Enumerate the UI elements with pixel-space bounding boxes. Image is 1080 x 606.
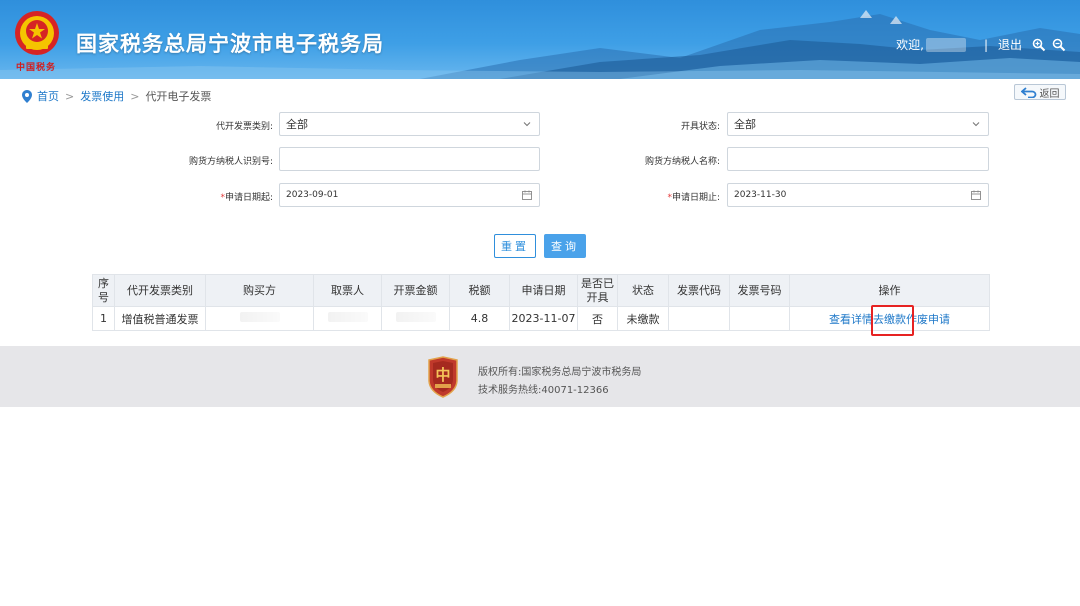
cell-invoice-number (729, 306, 790, 331)
masked-value (327, 312, 368, 322)
masked-username (925, 37, 966, 52)
location-pin-icon (22, 89, 32, 103)
footer-hotline: 技术服务热线:40071-12366 (478, 385, 609, 396)
cell-tax: 4.8 (449, 306, 510, 331)
tax-shield-logo-icon: 中 (428, 356, 458, 398)
masked-value (395, 312, 436, 322)
breadcrumb-separator: > (130, 89, 140, 103)
chevron-down-icon (972, 122, 980, 127)
cell-operations: 查看详情去缴款作废申请 (789, 304, 990, 336)
back-button[interactable]: 返回 (1014, 84, 1066, 100)
buyer-taxid-label: 购货方纳税人识别号: (188, 157, 273, 167)
col-header: 序号 (92, 274, 115, 307)
masked-value (239, 312, 280, 322)
date-from-label: *申请日期起: (153, 190, 273, 203)
cell-amount (381, 306, 450, 331)
highlight-box (871, 304, 914, 336)
breadcrumb: 首页 > 发票使用 > 代开电子发票 (22, 88, 211, 104)
breadcrumb-current: 代开电子发票 (145, 90, 212, 103)
invoice-type-select[interactable]: 全部 (279, 112, 540, 136)
site-footer: 中 版权所有:国家税务总局宁波市税务局 技术服务热线:40071-12366 (0, 346, 1080, 407)
col-header: 是否已开具 (577, 274, 618, 307)
buyer-taxid-input[interactable] (279, 147, 540, 171)
query-button[interactable]: 查询 (544, 234, 586, 258)
welcome-text: 欢迎, (896, 38, 924, 52)
zoom-out-icon[interactable] (1052, 38, 1066, 52)
col-header: 税额 (449, 274, 510, 307)
invoice-type-label: 代开发票类别: (215, 122, 273, 132)
calendar-icon (971, 190, 981, 200)
cell-buyer (205, 306, 314, 331)
emblem-script-logo: 中国税务 (16, 63, 57, 73)
date-to-value: 2023-11-30 (734, 190, 787, 200)
view-details-link[interactable]: 查看详情 (829, 313, 873, 326)
table-row: 1 增值税普通发票 4.8 2023-11-07 否 未缴款 查看详情去缴款作废… (92, 304, 990, 336)
col-header: 取票人 (313, 274, 382, 307)
date-from-label-text: 申请日期起: (224, 193, 273, 203)
status-select[interactable]: 全部 (727, 112, 989, 136)
chevron-down-icon (523, 122, 531, 127)
col-header: 操作 (789, 274, 990, 307)
col-header: 代开发票类别 (114, 274, 206, 307)
col-header: 开票金额 (381, 274, 450, 307)
tax-emblem-icon (15, 11, 59, 55)
reset-button[interactable]: 重置 (494, 234, 536, 258)
logout-link[interactable]: 退出 (998, 36, 1022, 53)
col-header: 发票代码 (668, 274, 730, 307)
status-value: 全部 (734, 118, 756, 131)
invoice-table: 序号 代开发票类别 购买方 取票人 开票金额 税额 申请日期 是否已开具 状态 … (92, 274, 990, 336)
cell-date: 2023-11-07 (509, 306, 578, 331)
site-header: 中国税务 国家税务总局宁波市电子税务局 欢迎, | 退出 (0, 0, 1080, 79)
cell-status: 未缴款 (617, 306, 669, 331)
date-to-label: *申请日期止: (600, 190, 720, 203)
header-separator: | (983, 37, 988, 52)
operations-group: 查看详情去缴款作废申请 (790, 304, 989, 336)
back-button-label: 返回 (1039, 88, 1060, 100)
svg-text:中: 中 (435, 366, 450, 384)
breadcrumb-invoice-use[interactable]: 发票使用 (80, 88, 124, 104)
cell-invoice-type: 增值税普通发票 (114, 306, 206, 331)
user-area: 欢迎, | 退出 (896, 36, 1066, 53)
invoice-type-value: 全部 (286, 118, 308, 131)
zoom-in-icon[interactable] (1032, 38, 1046, 52)
breadcrumb-separator: > (65, 89, 75, 103)
col-header: 发票号码 (729, 274, 790, 307)
table-header-row: 序号 代开发票类别 购买方 取票人 开票金额 税额 申请日期 是否已开具 状态 … (92, 274, 990, 307)
buyer-name-input[interactable] (727, 147, 989, 171)
buyer-name-label: 购货方纳税人名称: (644, 157, 720, 167)
status-label: 开具状态: (680, 122, 720, 132)
cell-invoice-code (668, 306, 730, 331)
footer-copyright: 版权所有:国家税务总局宁波市税务局 (478, 367, 642, 378)
calendar-icon (522, 190, 532, 200)
site-title: 国家税务总局宁波市电子税务局 (76, 32, 384, 56)
date-from-input[interactable]: 2023-09-01 (279, 183, 540, 207)
cell-issued: 否 (577, 306, 618, 331)
back-arrow-icon (1020, 86, 1036, 98)
breadcrumb-home[interactable]: 首页 (37, 88, 59, 104)
col-header: 状态 (617, 274, 669, 307)
date-from-value: 2023-09-01 (286, 190, 339, 200)
cell-index: 1 (92, 306, 115, 331)
date-to-label-text: 申请日期止: (671, 193, 720, 203)
col-header: 购买方 (205, 274, 314, 307)
date-to-input[interactable]: 2023-11-30 (727, 183, 989, 207)
cell-taker (313, 306, 382, 331)
col-header: 申请日期 (509, 274, 578, 307)
